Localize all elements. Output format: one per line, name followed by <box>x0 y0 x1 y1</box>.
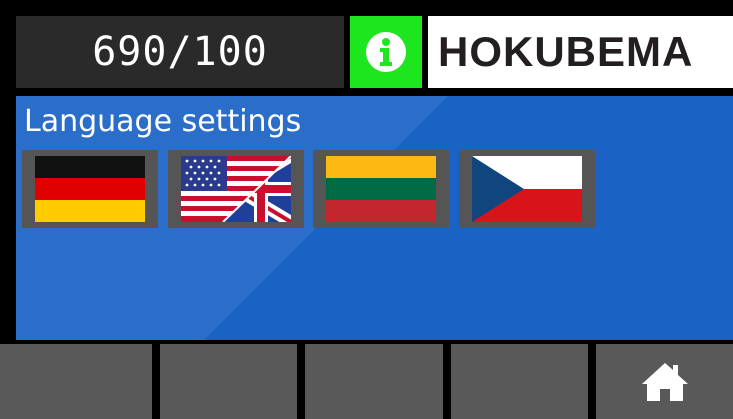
language-settings-panel: Language settings <box>16 96 733 340</box>
logo-text: HOKUBEMA <box>438 28 694 75</box>
brand-logo: HOKUBEMA <box>428 16 733 88</box>
home-button[interactable] <box>596 344 733 419</box>
function-button-4[interactable] <box>451 344 588 419</box>
function-button-3[interactable] <box>305 344 443 419</box>
counter-display: 690/100 <box>16 16 344 88</box>
function-button-1[interactable] <box>0 344 152 419</box>
language-button-en[interactable] <box>168 150 304 228</box>
language-button-cs[interactable] <box>459 150 595 228</box>
language-button-de[interactable] <box>22 150 158 228</box>
counter-value: 690/100 <box>92 29 268 75</box>
panel-title: Language settings <box>24 104 302 139</box>
hmi-screen: 690/100 HOKUBEMA Language settings <box>0 0 733 419</box>
info-button[interactable] <box>350 16 422 88</box>
function-button-2[interactable] <box>160 344 297 419</box>
lithuanian-flag-icon <box>326 156 436 222</box>
german-flag-icon <box>35 156 145 222</box>
home-icon <box>641 362 688 401</box>
us-uk-flag-icon <box>181 156 291 222</box>
info-icon <box>366 32 406 72</box>
czech-flag-icon <box>472 156 582 222</box>
language-button-lt[interactable] <box>313 150 449 228</box>
